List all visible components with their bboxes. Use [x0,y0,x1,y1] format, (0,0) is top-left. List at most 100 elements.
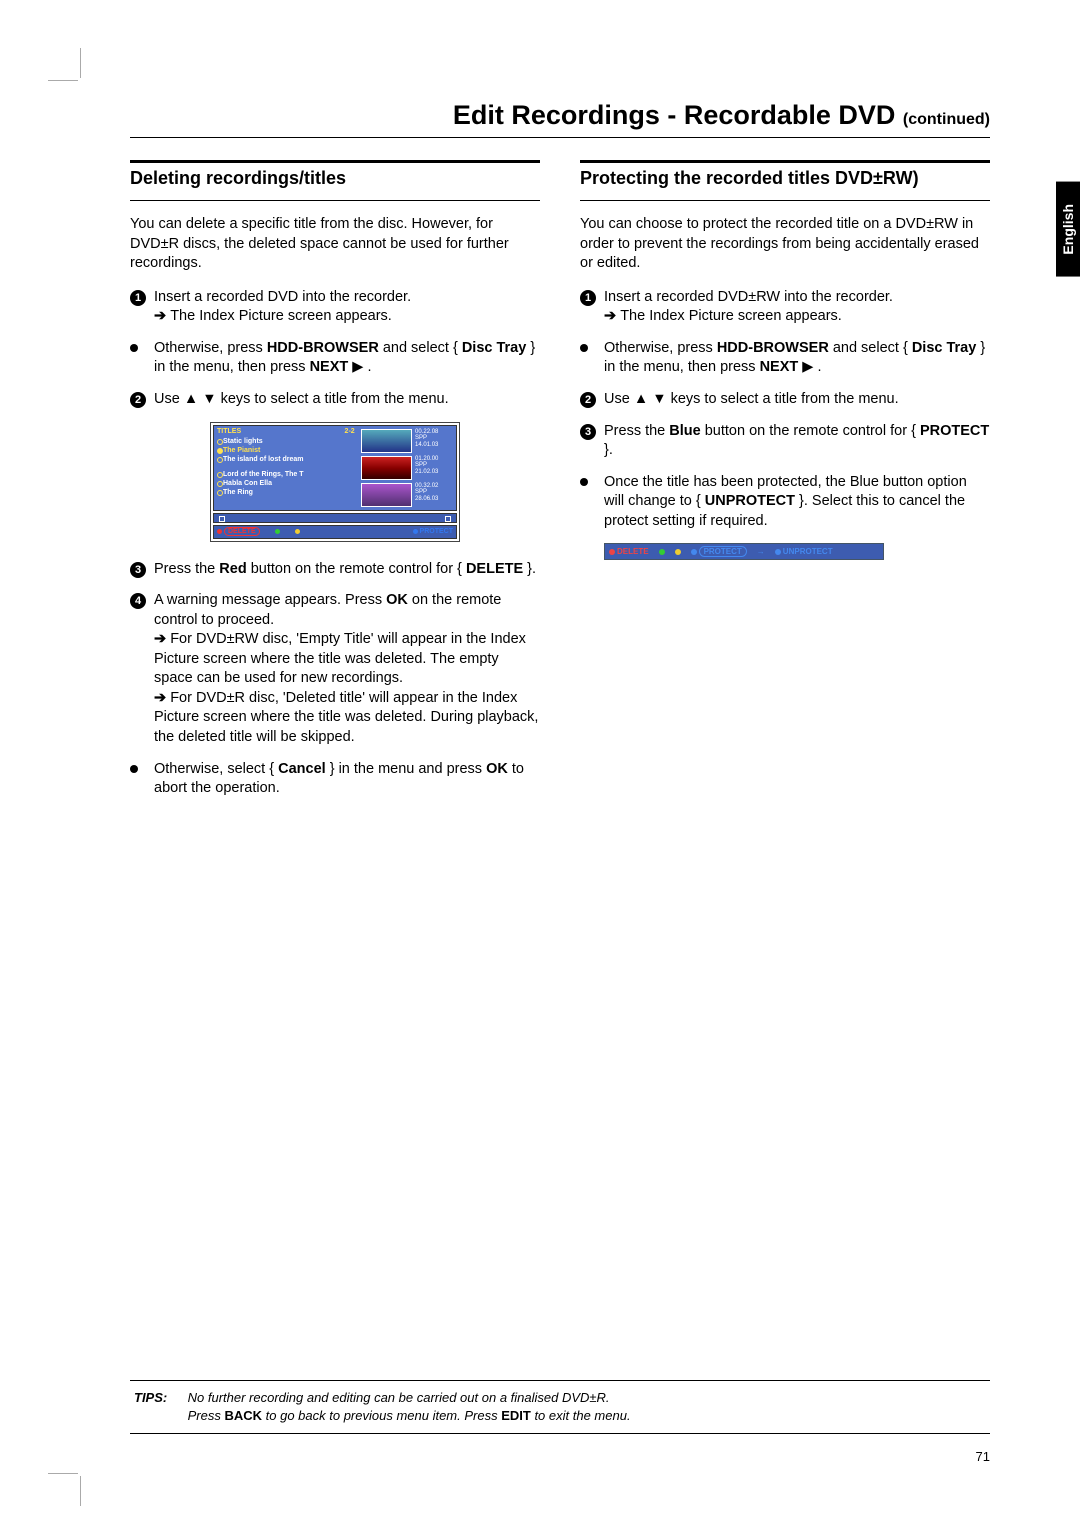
m: 00.22.08 [415,429,438,435]
alt-step: Otherwise, select { Cancel } in the menu… [130,760,540,799]
t: and select { [829,340,912,356]
section-heading-protect: Protecting the recorded titles DVD±RW) [580,160,990,201]
step-text: Use ▲ ▼ keys to select a title from the … [604,390,990,410]
thumbnail-icon [361,456,412,480]
t: ▶ . [348,359,371,375]
title-item: The Pianist [217,446,355,455]
step-3: 3 Press the Red button on the remote con… [130,560,540,580]
step-number-icon: 1 [580,290,596,306]
t: UNPROTECT [705,493,795,509]
intro-text: You can choose to protect the recorded t… [580,215,990,274]
t: NEXT [310,359,349,375]
t: button on the remote control for { [701,423,920,439]
crop-mark [80,48,81,78]
t: and select { [379,340,462,356]
t: HDD-BROWSER [717,340,829,356]
result-text: The Index Picture screen appears. [604,308,842,324]
tip-line: No further recording and editing can be … [188,1390,610,1405]
protect-bar-illustration: DELETE PROTECT → UNPROTECT [604,543,884,560]
t: OK [386,592,408,608]
yellow-button-icon [295,529,300,534]
t: OK [486,761,508,777]
step-number-icon: 1 [130,290,146,306]
alt-step: Otherwise, press HDD-BROWSER and select … [130,339,540,378]
left-column: Deleting recordings/titles You can delet… [130,160,540,811]
result-text: The Index Picture screen appears. [154,308,392,324]
step-3: 3 Press the Blue button on the remote co… [580,422,990,461]
title-item: Lord of the Rings, The T [217,470,355,479]
step-number-icon: 3 [580,424,596,440]
step-2: 2 Use ▲ ▼ keys to select a title from th… [580,390,990,410]
t: NEXT [760,359,799,375]
t: Otherwise, select { [154,761,278,777]
t: Cancel [278,761,326,777]
bullet-icon [130,344,138,352]
l: PROTECT [420,528,453,535]
step-number-icon: 4 [130,593,146,609]
alt-step: Otherwise, press HDD-BROWSER and select … [580,339,990,378]
t: ▶ . [798,359,821,375]
page-title-main: Edit Recordings - Recordable DVD [453,100,903,130]
page-title-continued: (continued) [903,111,990,128]
language-tab: English [1056,182,1080,277]
step-2: 2 Use ▲ ▼ keys to select a title from th… [130,390,540,410]
arrow-icon: → [757,547,765,556]
dvd-index-illustration: TITLES2-2 Static lights The Pianist The … [210,422,460,542]
green-button-icon [659,549,665,555]
t: } in the menu and press [326,761,486,777]
t: Otherwise, press [604,340,717,356]
step-number-icon: 2 [130,392,146,408]
bullet-icon [580,344,588,352]
t: Press the [604,423,669,439]
titles-header: TITLES [217,428,241,435]
crop-mark [48,80,78,81]
t: DELETE [466,561,523,577]
crop-mark [80,1476,81,1506]
t: HDD-BROWSER [267,340,379,356]
titles-count: 2-2 [345,428,355,435]
thumbs-pane: 00.22.08SPP14.01.03 01.20.00SPP21.02.03 … [358,426,456,510]
title-item: Habla Con Ella [217,479,355,488]
m: 21.02.03 [415,469,438,475]
l: PROTECT [699,546,747,557]
t: Disc Tray [912,340,977,356]
l: DELETE [617,547,649,556]
t: Blue [669,423,700,439]
m: 28.06.03 [415,496,438,502]
unprotect-button-icon: UNPROTECT [775,547,833,556]
protect-button-icon: PROTECT [413,528,453,535]
tips-label: TIPS: [134,1389,184,1407]
crop-mark [48,1473,78,1474]
result-text: For DVD±RW disc, 'Empty Title' will appe… [154,631,526,686]
t: to exit the menu. [531,1408,631,1423]
l: DELETE [224,527,260,536]
m: 01.20.00 [415,456,438,462]
button-bar: DELETE PROTECT [213,525,457,539]
l: UNPROTECT [783,547,833,556]
page-title: Edit Recordings - Recordable DVD (contin… [130,100,990,138]
step-4: 4 A warning message appears. Press OK on… [130,591,540,748]
m: SPP [415,489,427,495]
scrub-bar [213,513,457,523]
bullet-icon [130,765,138,773]
t: }. [604,442,613,458]
step-text: Use ▲ ▼ keys to select a title from the … [154,390,540,410]
bullet-icon [580,478,588,486]
section-heading-delete: Deleting recordings/titles [130,160,540,201]
protect-button-icon: PROTECT [691,546,747,557]
t: Press the [154,561,219,577]
m: SPP [415,462,427,468]
step-1: 1 Insert a recorded DVD into the recorde… [130,288,540,327]
step-text: Insert a recorded DVD±RW into the record… [604,289,893,305]
thumbnail-icon [361,483,412,507]
step-1: 1 Insert a recorded DVD±RW into the reco… [580,288,990,327]
t: Disc Tray [462,340,527,356]
t: BACK [224,1408,262,1423]
result-text: For DVD±R disc, 'Deleted title' will app… [154,690,538,745]
title-item: Static lights [217,437,355,446]
yellow-button-icon [675,549,681,555]
tips-box: TIPS: No further recording and editing c… [130,1380,990,1434]
intro-text: You can delete a specific title from the… [130,215,540,274]
right-column: Protecting the recorded titles DVD±RW) Y… [580,160,990,811]
m: 00.32.02 [415,483,438,489]
